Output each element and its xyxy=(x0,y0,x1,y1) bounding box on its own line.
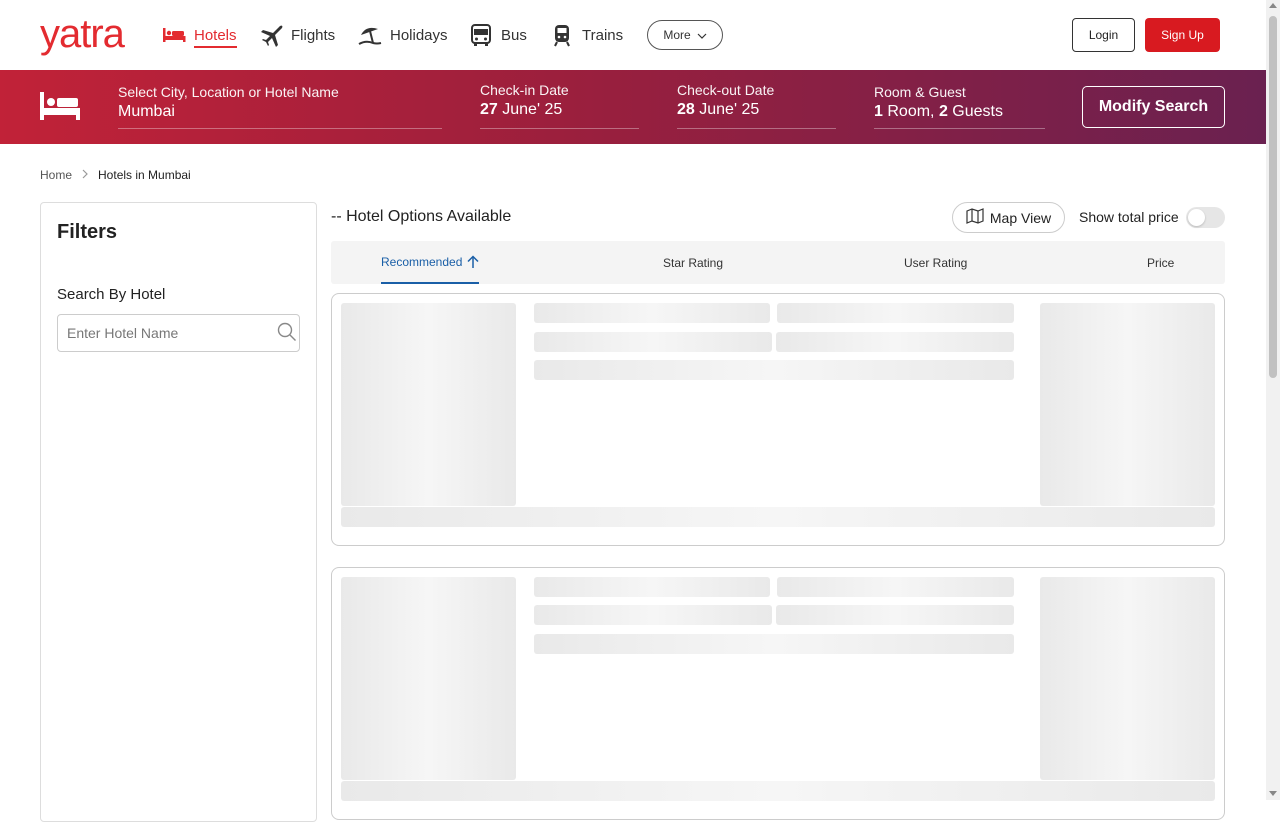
signup-button[interactable]: Sign Up xyxy=(1145,18,1220,52)
nav-item-trains[interactable]: Trains xyxy=(550,21,623,49)
checkin-label: Check-in Date xyxy=(480,82,569,98)
arrow-up-icon xyxy=(467,254,479,269)
hotel-count-text: -- Hotel Options Available xyxy=(331,208,512,225)
search-by-hotel-label: Search By Hotel xyxy=(57,286,166,303)
skeleton-line xyxy=(534,360,1014,380)
city-value: Mumbai xyxy=(118,103,175,120)
skeleton-line xyxy=(777,577,1014,597)
scroll-down-arrow[interactable] xyxy=(1269,791,1277,796)
top-navigation: yatra Hotels Flights Holidays Bus Trains… xyxy=(0,0,1266,70)
hotel-card-skeleton xyxy=(331,293,1225,546)
beach-umbrella-icon xyxy=(358,23,382,47)
city-field[interactable]: Select City, Location or Hotel Name Mumb… xyxy=(118,84,442,129)
more-label: More xyxy=(663,28,691,42)
sort-tabs: Recommended Star Rating User Rating Pric… xyxy=(331,241,1225,284)
yatra-logo[interactable]: yatra xyxy=(40,14,125,54)
checkout-field[interactable]: Check-out Date 28 June' 25 xyxy=(677,82,836,129)
filters-title: Filters xyxy=(57,221,118,243)
scroll-up-arrow[interactable] xyxy=(1269,3,1277,8)
chevron-right-icon xyxy=(82,168,88,182)
nav-item-holidays[interactable]: Holidays xyxy=(358,21,448,49)
skeleton-image xyxy=(341,577,516,780)
nav-label-hotels: Hotels xyxy=(194,27,237,48)
checkin-field[interactable]: Check-in Date 27 June' 25 xyxy=(480,82,639,129)
skeleton-line xyxy=(534,332,772,352)
more-menu-button[interactable]: More xyxy=(647,20,723,50)
train-icon xyxy=(550,23,574,47)
nav-label-bus: Bus xyxy=(501,26,527,44)
sort-tab-recommended[interactable]: Recommended xyxy=(381,241,480,284)
room-guest-value: 1 Room, 2 Guests xyxy=(874,103,1003,120)
plane-icon xyxy=(259,23,283,47)
toggle-knob xyxy=(1188,209,1205,226)
skeleton-line xyxy=(776,332,1014,352)
bed-icon xyxy=(40,92,80,125)
show-total-price-label: Show total price xyxy=(1079,209,1179,225)
map-icon xyxy=(966,208,984,227)
skeleton-price xyxy=(1040,303,1215,506)
room-guest-label: Room & Guest xyxy=(874,84,966,100)
nav-label-trains: Trains xyxy=(582,26,624,44)
skeleton-footer xyxy=(341,781,1215,801)
breadcrumb-current: Hotels in Mumbai xyxy=(98,168,191,182)
checkout-label: Check-out Date xyxy=(677,82,775,98)
filters-panel: Filters Search By Hotel xyxy=(40,202,317,822)
scrollbar-thumb[interactable] xyxy=(1269,16,1277,378)
nav-item-flights[interactable]: Flights xyxy=(259,21,335,49)
skeleton-line xyxy=(534,605,772,625)
show-total-price-toggle[interactable] xyxy=(1186,207,1225,228)
nav-label-holidays: Holidays xyxy=(390,26,448,44)
page-scrollbar[interactable] xyxy=(1266,0,1280,800)
modify-search-button[interactable]: Modify Search xyxy=(1082,86,1225,128)
hotel-bed-icon xyxy=(162,23,186,47)
sort-tab-recommended-label: Recommended xyxy=(381,254,463,269)
hotel-card-skeleton xyxy=(331,567,1225,820)
breadcrumb-home[interactable]: Home xyxy=(40,168,72,182)
skeleton-line xyxy=(776,605,1014,625)
room-guest-field[interactable]: Room & Guest 1 Room, 2 Guests xyxy=(874,84,1045,129)
skeleton-price xyxy=(1040,577,1215,780)
checkout-value: 28 June' 25 xyxy=(677,101,760,118)
city-label: Select City, Location or Hotel Name xyxy=(118,84,339,100)
search-bar: Select City, Location or Hotel Name Mumb… xyxy=(0,70,1266,144)
bus-icon xyxy=(469,23,493,47)
chevron-down-icon xyxy=(697,28,707,42)
nav-item-hotels[interactable]: Hotels xyxy=(162,21,237,49)
sort-tab-user-rating[interactable]: User Rating xyxy=(904,241,967,284)
map-view-label: Map View xyxy=(989,209,1052,226)
breadcrumb: Home Hotels in Mumbai xyxy=(40,168,191,182)
search-icon[interactable] xyxy=(277,322,297,347)
nav-label-flights: Flights xyxy=(291,26,336,44)
nav-item-bus[interactable]: Bus xyxy=(469,21,527,49)
login-button[interactable]: Login xyxy=(1072,18,1135,52)
map-view-button[interactable]: Map View xyxy=(952,202,1065,233)
sort-tab-star-rating[interactable]: Star Rating xyxy=(663,241,723,284)
skeleton-line xyxy=(534,577,770,597)
skeleton-image xyxy=(341,303,516,506)
skeleton-footer xyxy=(341,507,1215,527)
skeleton-line xyxy=(534,303,770,323)
skeleton-line xyxy=(534,634,1014,654)
sort-tab-price[interactable]: Price xyxy=(1147,241,1174,284)
checkin-value: 27 June' 25 xyxy=(480,101,563,118)
hotel-name-input[interactable] xyxy=(57,314,300,352)
skeleton-line xyxy=(777,303,1014,323)
